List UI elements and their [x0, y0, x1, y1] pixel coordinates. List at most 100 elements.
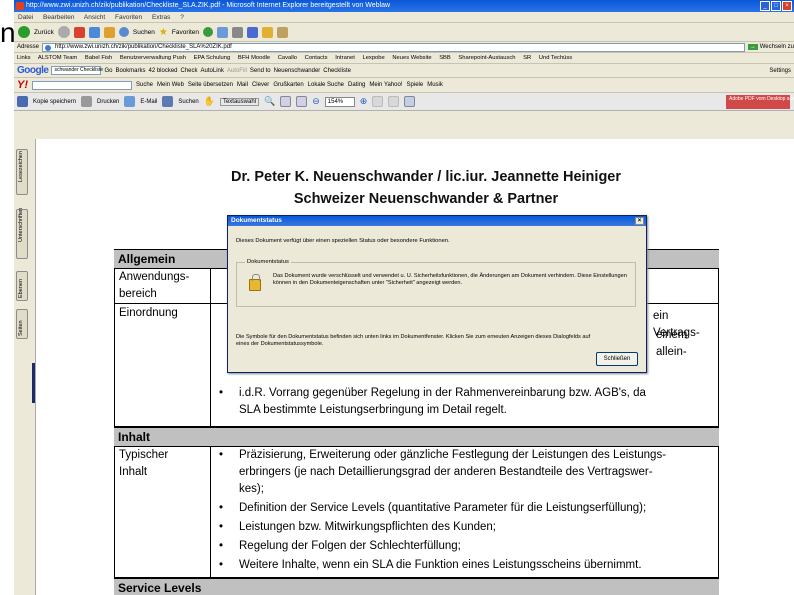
menu-bearbeiten[interactable]: Bearbeiten	[43, 14, 74, 21]
folder-icon[interactable]	[262, 26, 273, 38]
page-icon[interactable]	[280, 96, 292, 107]
google-autolink[interactable]: AutoLink	[201, 68, 224, 74]
messenger-icon[interactable]	[277, 26, 288, 38]
binoculars-icon[interactable]	[162, 96, 174, 107]
address-input[interactable]: http://www.zwi.unizh.ch/zik/publikation/…	[42, 42, 745, 52]
menu-help[interactable]: ?	[180, 14, 184, 21]
yahoo-clever[interactable]: Clever	[252, 82, 269, 88]
link-techuss[interactable]: Und Techüss	[539, 55, 572, 61]
link-website[interactable]: Neues Website	[392, 55, 431, 61]
bullet-1-line-3: kes);	[239, 483, 264, 495]
rotate-icon[interactable]	[372, 96, 384, 107]
yahoo-games[interactable]: Spiele	[407, 82, 424, 88]
yahoo-translate[interactable]: Seite übersetzen	[188, 82, 233, 88]
yahoo-mail[interactable]: Mail	[237, 82, 248, 88]
yahoo-search-input[interactable]	[32, 80, 132, 90]
close-button[interactable]: Schließen	[596, 352, 638, 366]
save-copy-button[interactable]: Kopie speichern	[33, 99, 76, 105]
tab-seiten[interactable]: Seiten	[16, 309, 28, 339]
search-label[interactable]: Suchen	[133, 29, 155, 36]
zoom-in-icon[interactable]: ⊕	[360, 96, 368, 107]
stop-icon[interactable]	[73, 26, 85, 38]
google-check[interactable]: Check	[181, 68, 198, 74]
adobe-create-pdf-button[interactable]: Adobe PDF vom Desktop aus erstellen	[726, 95, 794, 109]
tab-unterschriften[interactable]: Unterschriften	[16, 208, 28, 259]
link-lexpobe[interactable]: Lexpobe	[362, 55, 384, 61]
print-icon[interactable]	[232, 26, 243, 38]
yahoo-local[interactable]: Lokale Suche	[308, 82, 344, 88]
search-icon[interactable]	[118, 27, 129, 37]
bullet-2-text: Definition der Service Levels (quantitat…	[239, 502, 647, 514]
google-autofill[interactable]: AutoFill	[227, 68, 247, 74]
yahoo-search[interactable]: Suche	[136, 82, 153, 88]
google-go[interactable]: Go	[104, 68, 112, 74]
save-icon[interactable]	[17, 96, 28, 107]
text-select-button[interactable]: Textauswahl	[219, 97, 259, 106]
google-blocked[interactable]: 42 blocked	[148, 68, 177, 74]
google-settings[interactable]: Settings	[769, 68, 791, 74]
go-label[interactable]: Wechseln zu	[760, 44, 794, 50]
bullet-4-text: Regelung der Folgen der Schlechterfüllun…	[239, 540, 461, 552]
forward-arrow-icon[interactable]	[57, 26, 70, 38]
refresh-icon[interactable]	[88, 26, 100, 38]
link-cavallo[interactable]: Cavallo	[278, 55, 297, 61]
favorites-star-icon[interactable]: ★	[159, 27, 168, 38]
fit-page-icon[interactable]	[296, 96, 308, 107]
menu-extras[interactable]: Extras	[152, 14, 170, 21]
yahoo-cards[interactable]: Grußkarten	[273, 82, 303, 88]
zoom-input[interactable]: 154%	[324, 96, 355, 107]
email-button[interactable]: E-Mail	[140, 99, 157, 105]
maximize-button[interactable]: □	[771, 1, 781, 11]
menu-favoriten[interactable]: Favoriten	[115, 14, 142, 21]
tab-lesezeichen[interactable]: Lesezeichen	[16, 149, 28, 195]
history-icon[interactable]	[203, 27, 213, 37]
zoom-out-icon[interactable]: ⊖	[312, 96, 320, 107]
link-alstom[interactable]: ALSTOM Team	[38, 55, 77, 61]
label-einordnung: Einordnung	[119, 307, 178, 319]
link-moodle[interactable]: BFH Moodle	[238, 55, 270, 61]
link-epa[interactable]: EPA Schulung	[194, 55, 231, 61]
back-arrow-icon[interactable]	[18, 26, 30, 38]
home-icon[interactable]	[103, 26, 115, 38]
menu-datei[interactable]: Datei	[18, 14, 33, 21]
link-intranet[interactable]: Intranet	[335, 55, 355, 61]
edit-icon[interactable]	[247, 26, 258, 38]
link-benutzer[interactable]: Benutzerverwaltung Push	[120, 55, 186, 61]
menu-ansicht[interactable]: Ansicht	[84, 14, 105, 21]
google-sendto[interactable]: Send to	[250, 68, 271, 74]
link-sharepoint[interactable]: Sharepoint-Austausch	[458, 55, 515, 61]
hand-tool-icon[interactable]: ✋	[204, 96, 215, 107]
google-term-1[interactable]: Neuenschwander	[274, 68, 321, 74]
go-icon[interactable]: →	[747, 44, 758, 50]
mail-icon[interactable]	[217, 26, 228, 38]
rotate-back-icon[interactable]	[388, 96, 400, 107]
zoom-tool-icon[interactable]: 🔍	[264, 96, 275, 107]
yahoo-dating[interactable]: Dating	[348, 82, 365, 88]
link-sr[interactable]: SR	[523, 55, 531, 61]
yahoo-music[interactable]: Musik	[427, 82, 443, 88]
tab-ebenen[interactable]: Ebenen	[16, 271, 28, 301]
attach-icon[interactable]	[404, 96, 416, 107]
column-divider	[210, 304, 211, 427]
link-contacts[interactable]: Contacts	[305, 55, 328, 61]
email-icon[interactable]	[124, 96, 136, 107]
back-label[interactable]: Zurück	[34, 29, 54, 36]
print-button[interactable]: Drucken	[97, 99, 119, 105]
link-babelfish[interactable]: Babel Fish	[85, 55, 112, 61]
google-bookmarks[interactable]: Bookmarks	[115, 68, 145, 74]
close-window-button[interactable]: ×	[782, 1, 792, 11]
yahoo-myweb[interactable]: Mein Web	[157, 82, 184, 88]
dialog-close-icon[interactable]: ×	[635, 217, 644, 225]
search-button[interactable]: Suchen	[178, 99, 198, 105]
minimize-button[interactable]: _	[760, 1, 770, 11]
dialog-intro: Dieses Dokument verfügt über einen spezi…	[236, 238, 450, 244]
yahoo-myyahoo[interactable]: Mein Yahoo!	[369, 82, 402, 88]
print-icon-pdf[interactable]	[81, 96, 93, 107]
link-sbb[interactable]: SBB	[439, 55, 451, 61]
bullet-1-line-2: erbringers (je nach Detaillierungsgrad d…	[239, 466, 653, 478]
google-search-input[interactable]: schwander Checkliste	[51, 66, 103, 75]
google-term-2[interactable]: Checkliste	[323, 68, 351, 74]
section-service-levels: Service Levels	[114, 578, 719, 595]
favorites-label[interactable]: Favoriten	[172, 29, 199, 36]
splitter-handle[interactable]	[32, 363, 35, 403]
